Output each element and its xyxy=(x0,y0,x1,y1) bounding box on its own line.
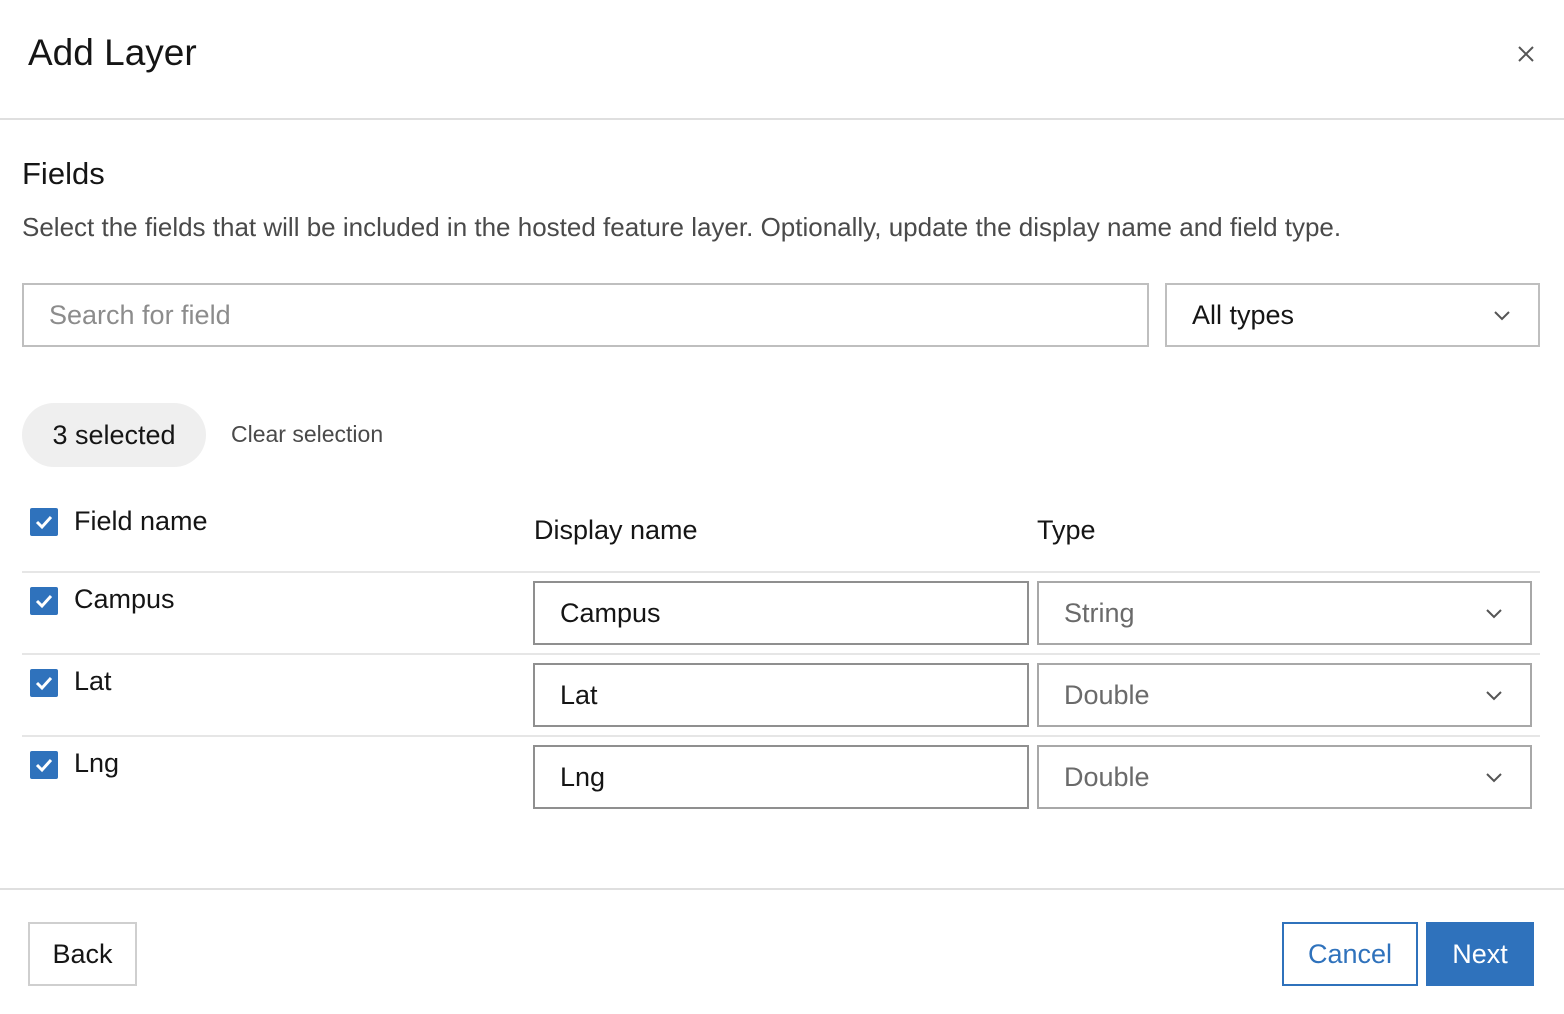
checkmark-icon xyxy=(35,594,53,609)
column-header-field-name: Field name xyxy=(74,506,208,536)
row-checkbox[interactable] xyxy=(30,587,58,615)
chevron-down-icon xyxy=(1483,684,1505,706)
field-type-value: Double xyxy=(1064,679,1150,710)
field-name-cell: Campus xyxy=(74,584,175,614)
field-name-cell: Lat xyxy=(74,666,112,696)
selected-count-chip[interactable]: 3 selected xyxy=(22,403,206,467)
field-name-cell: Lng xyxy=(74,748,120,778)
next-button[interactable]: Next xyxy=(1426,922,1534,986)
cancel-button[interactable]: Cancel xyxy=(1282,922,1418,986)
type-filter-select[interactable]: All types xyxy=(1165,283,1540,347)
section-description: Select the fields that will be included … xyxy=(22,212,1342,242)
select-all-checkbox[interactable] xyxy=(30,508,58,536)
row-checkbox[interactable] xyxy=(30,669,58,697)
section-title: Fields xyxy=(22,156,105,191)
checkmark-icon xyxy=(35,676,53,691)
close-icon[interactable] xyxy=(1510,38,1542,70)
checkmark-icon xyxy=(35,758,53,773)
checkmark-icon xyxy=(35,515,53,530)
field-type-value: String xyxy=(1064,597,1135,628)
display-name-input[interactable] xyxy=(533,663,1029,727)
row-divider xyxy=(22,653,1540,655)
dialog-header: Add Layer xyxy=(0,0,1564,120)
clear-selection-link[interactable]: Clear selection xyxy=(231,421,383,448)
display-name-input[interactable] xyxy=(533,745,1029,809)
display-name-input[interactable] xyxy=(533,581,1029,645)
footer-divider xyxy=(0,888,1564,890)
chevron-down-icon xyxy=(1483,602,1505,624)
field-type-select[interactable]: Double xyxy=(1037,745,1532,809)
chevron-down-icon xyxy=(1491,304,1513,326)
field-type-select[interactable]: Double xyxy=(1037,663,1532,727)
type-filter-value: All types xyxy=(1192,299,1295,330)
back-button[interactable]: Back xyxy=(28,922,137,986)
row-checkbox[interactable] xyxy=(30,751,58,779)
row-divider xyxy=(22,735,1540,737)
column-header-display-name: Display name xyxy=(534,515,698,545)
search-input[interactable] xyxy=(22,283,1149,347)
column-header-type: Type xyxy=(1037,515,1096,545)
field-type-value: Double xyxy=(1064,761,1150,792)
chevron-down-icon xyxy=(1483,766,1505,788)
field-type-select[interactable]: String xyxy=(1037,581,1532,645)
row-divider xyxy=(22,571,1540,573)
dialog-title: Add Layer xyxy=(28,32,197,73)
selected-count-label: 3 selected xyxy=(52,419,176,450)
